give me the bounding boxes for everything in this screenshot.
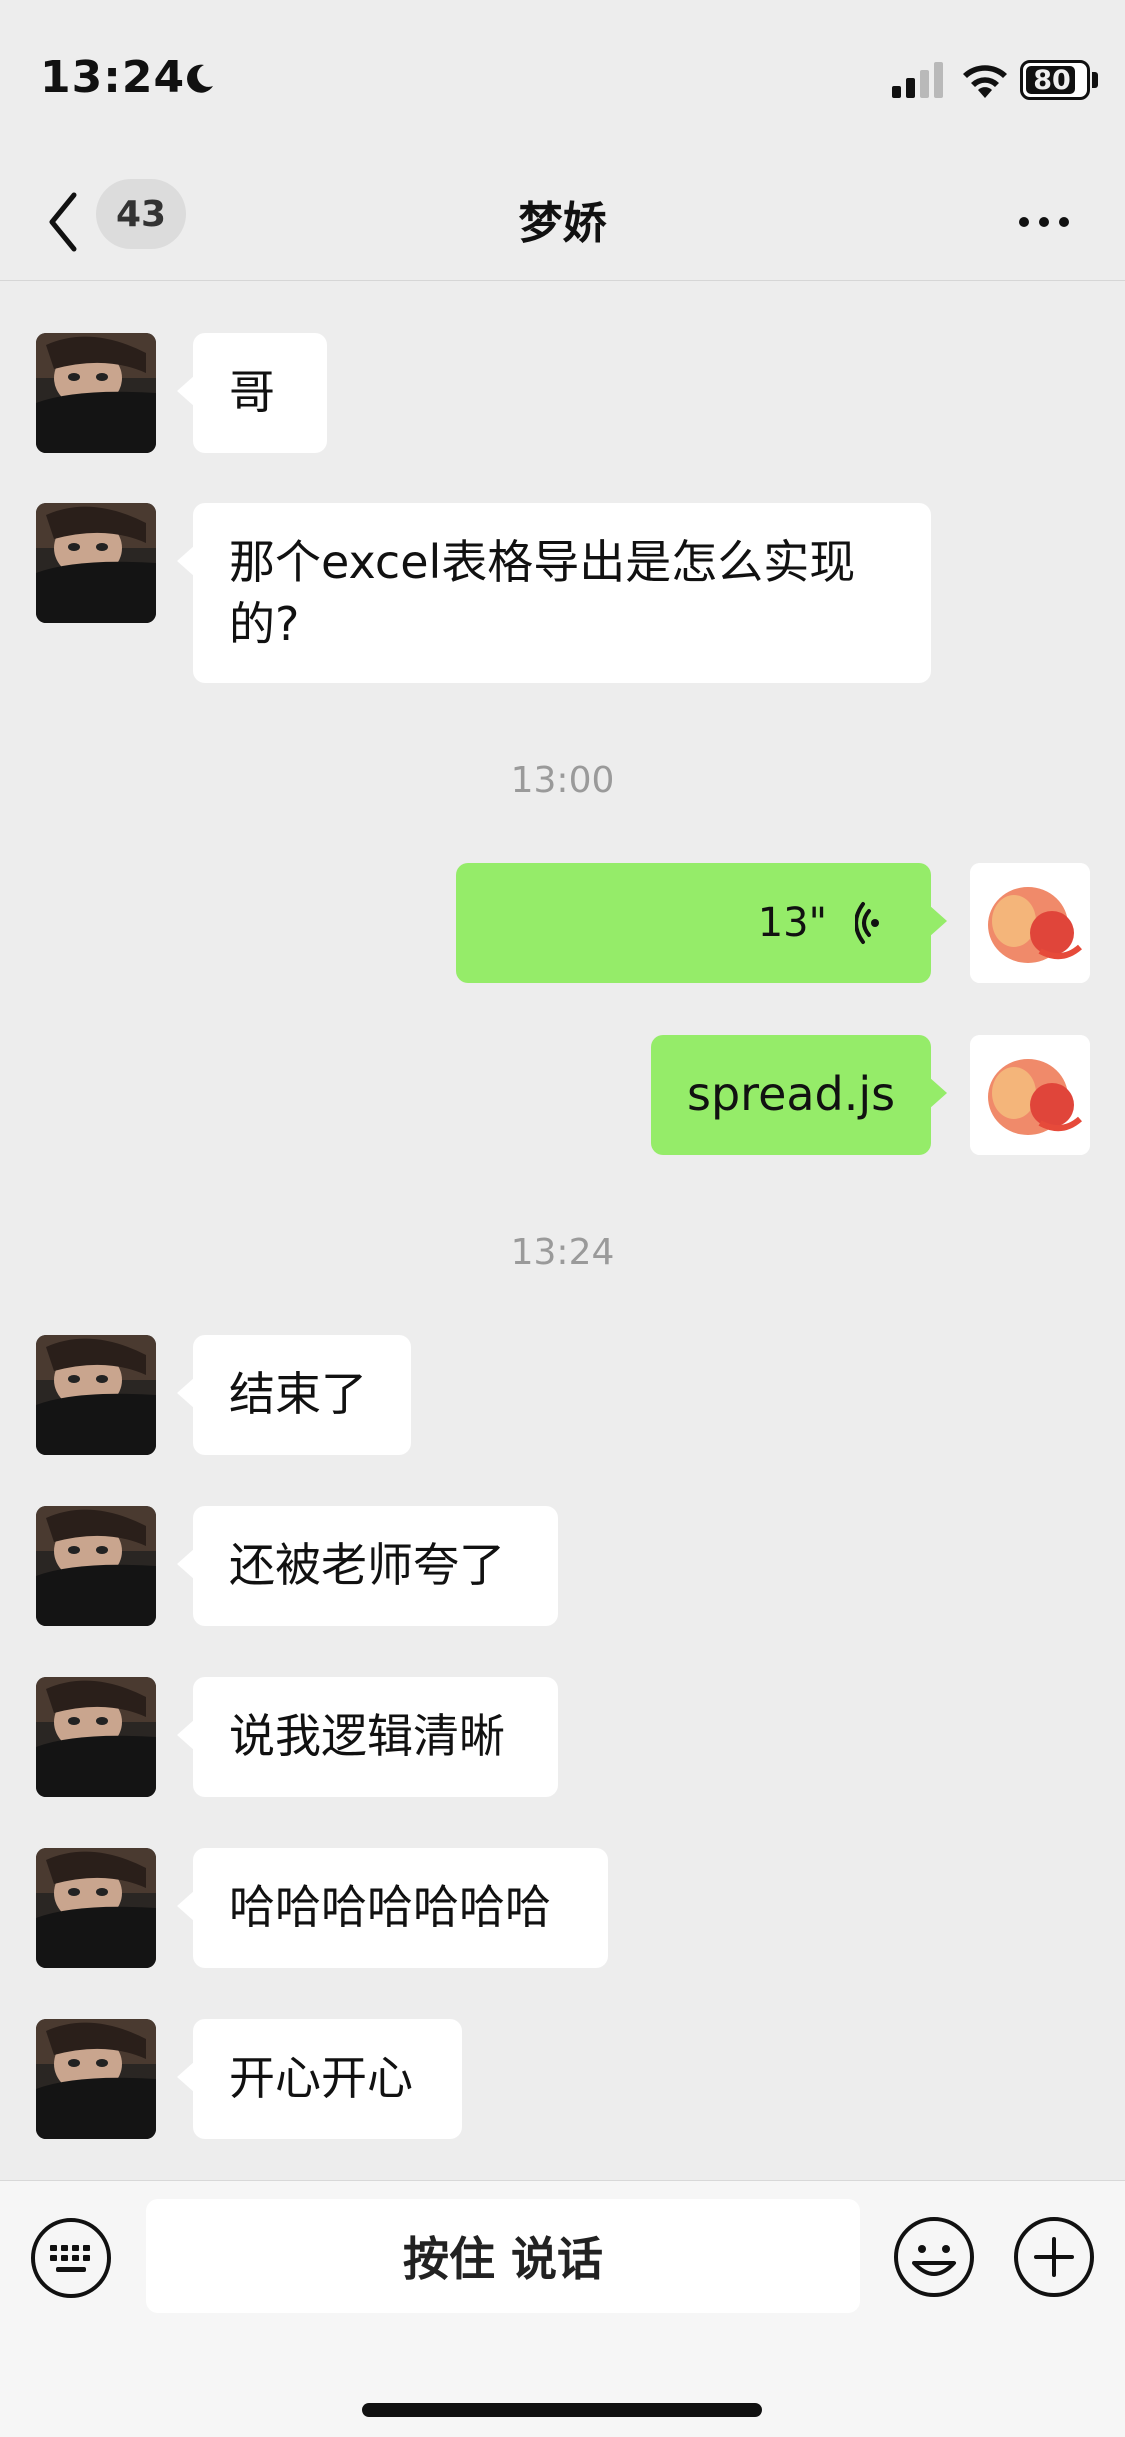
message-bubble-received[interactable]: 还被老师夸了: [177, 1506, 558, 1626]
message-bubble-received[interactable]: 那个excel表格导出是怎么实现的?: [177, 503, 931, 683]
message-bubble-received[interactable]: 说我逻辑清晰: [177, 1677, 558, 1797]
emoji-icon[interactable]: [892, 2215, 976, 2299]
timestamp: 13:24: [510, 1232, 615, 1273]
battery-tip: [1092, 72, 1098, 88]
peach-icon: [970, 1035, 1090, 1155]
message-bubble-received[interactable]: 开心开心: [177, 2019, 462, 2139]
wifi-icon: [963, 65, 1007, 98]
message-text: 那个excel表格导出是怎么实现的?: [229, 535, 856, 651]
contact-avatar[interactable]: [36, 503, 156, 623]
battery-level: 80: [1033, 64, 1071, 96]
contact-photo: [36, 2019, 156, 2139]
contact-avatar[interactable]: [36, 1335, 156, 1455]
keyboard-icon[interactable]: [30, 2217, 112, 2299]
contact-avatar[interactable]: [36, 333, 156, 453]
timestamp: 13:00: [510, 760, 615, 801]
cellular-signal-icon: [892, 62, 943, 98]
input-bar: 按住 说话: [0, 2180, 1125, 2437]
voice-wave-icon: [855, 902, 879, 944]
contact-photo: [36, 1506, 156, 1626]
message-text: 说我逻辑清晰: [229, 1709, 505, 1763]
message-text: 结束了: [229, 1367, 367, 1421]
contact-avatar[interactable]: [36, 1506, 156, 1626]
contact-photo: [36, 1335, 156, 1455]
message-text: 开心开心: [229, 2051, 413, 2105]
my-avatar[interactable]: [970, 1035, 1090, 1155]
contact-photo: [36, 1848, 156, 1968]
message-text: 哈哈哈哈哈哈哈: [229, 1880, 551, 1934]
contact-avatar[interactable]: [36, 1677, 156, 1797]
message-text: 还被老师夸了: [229, 1538, 505, 1592]
message-bubble-received[interactable]: 哥: [177, 333, 327, 453]
voice-duration: 13": [757, 900, 827, 946]
status-time: 13:24: [40, 52, 186, 103]
hold-to-talk-button[interactable]: 按住 说话: [146, 2199, 860, 2313]
contact-photo: [36, 1677, 156, 1797]
message-list[interactable]: 哥 那个excel表格导出是怎么实现的? 13:00 13" spread.js…: [0, 280, 1125, 2180]
voice-message-bubble[interactable]: 13": [456, 863, 947, 983]
moon-icon: [187, 64, 213, 93]
message-text: 哥: [229, 365, 275, 419]
status-bar: 13:24 80: [0, 0, 1125, 165]
home-indicator[interactable]: [362, 2403, 762, 2417]
message-text: spread.js: [687, 1067, 896, 1121]
peach-icon: [970, 863, 1090, 983]
plus-icon[interactable]: [1012, 2215, 1096, 2299]
contact-avatar[interactable]: [36, 1848, 156, 1968]
contact-photo: [36, 503, 156, 623]
chat-title: 梦娇: [518, 198, 607, 249]
more-options-icon[interactable]: [1016, 212, 1072, 232]
my-avatar[interactable]: [970, 863, 1090, 983]
message-bubble-sent[interactable]: spread.js: [651, 1035, 947, 1155]
message-bubble-received[interactable]: 哈哈哈哈哈哈哈: [177, 1848, 608, 1968]
chat-header: 43 梦娇: [0, 165, 1125, 281]
contact-avatar[interactable]: [36, 2019, 156, 2139]
battery-indicator: 80: [1020, 60, 1090, 100]
message-bubble-received[interactable]: 结束了: [177, 1335, 411, 1455]
contact-photo: [36, 333, 156, 453]
